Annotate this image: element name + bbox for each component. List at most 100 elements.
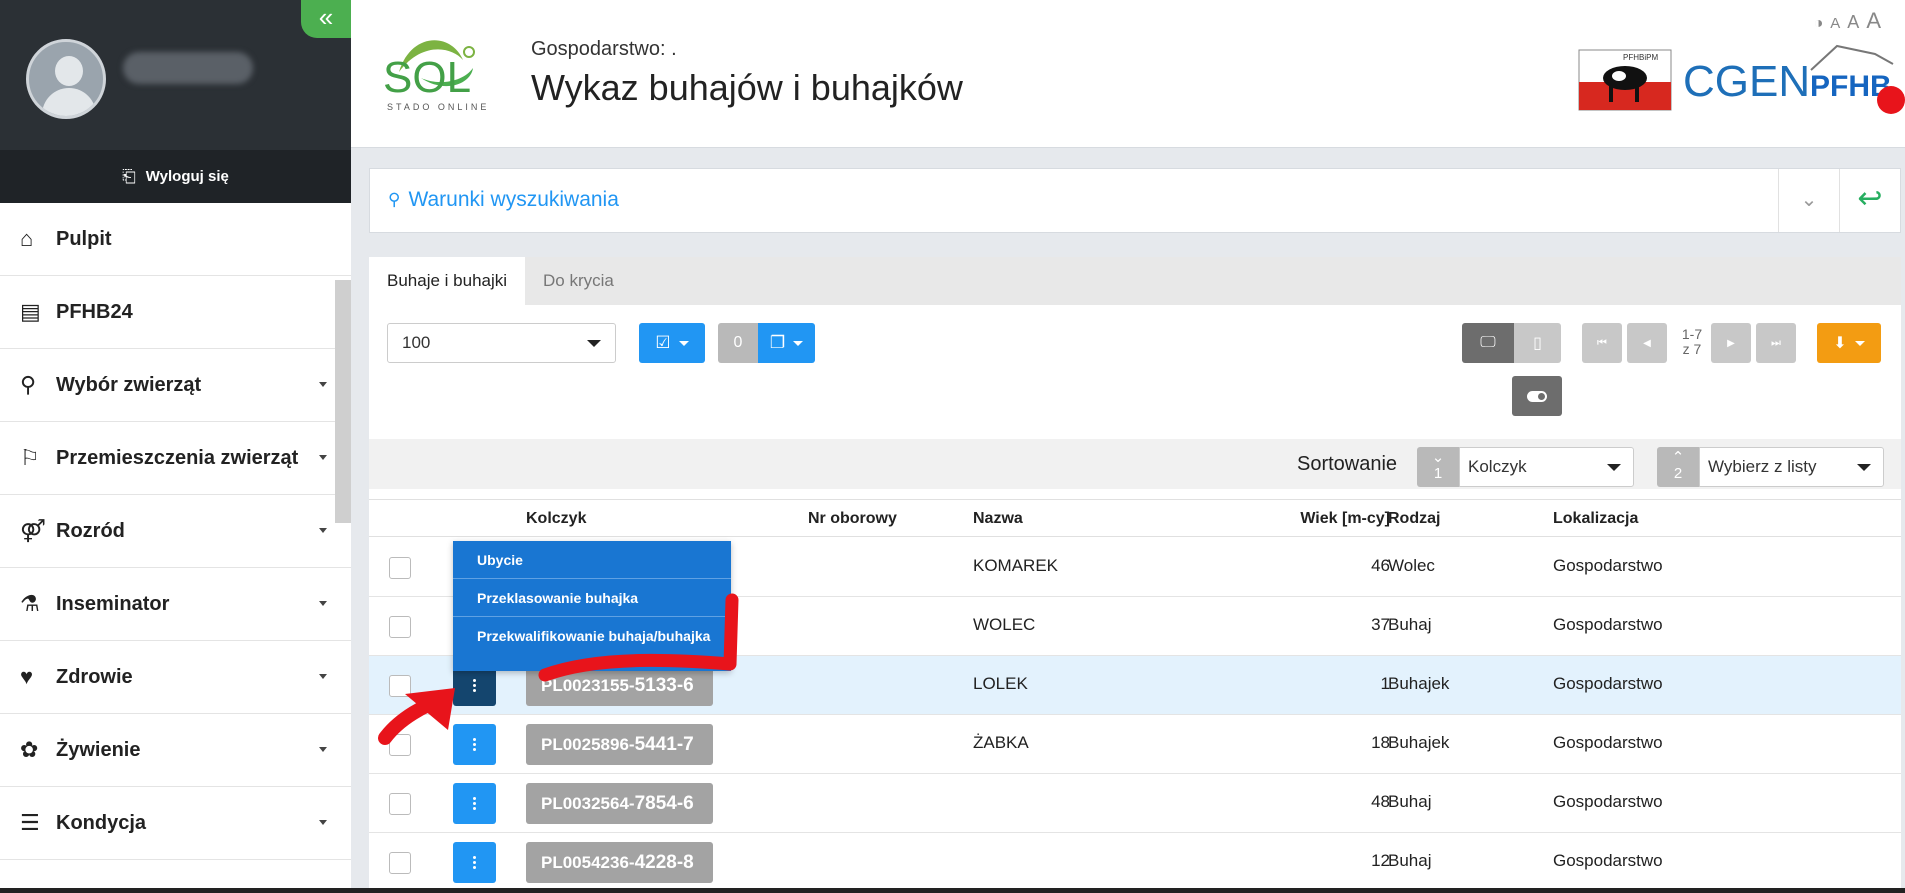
sidebar-item-rozrod[interactable]: ⚤ Rozród (0, 495, 351, 568)
ear-tag-button[interactable]: PL0025896-5441-7 (526, 724, 713, 765)
ear-tag-button[interactable]: PL0054236-4228-8 (526, 842, 713, 883)
row-actions-button[interactable] (453, 724, 496, 765)
sort-field-1-select[interactable]: Kolczyk (1459, 447, 1634, 487)
menu-item-ubycie[interactable]: Ubycie (453, 541, 731, 579)
sort-field-1-value: Kolczyk (1468, 457, 1527, 476)
pagination-info: 1-7 z 7 (1674, 327, 1710, 357)
sidebar-item-pfhb24[interactable]: ▤ PFHB24 (0, 276, 351, 349)
search-icon: ⚲ (388, 190, 401, 209)
chevron-down-icon: ⌄ (1431, 449, 1445, 466)
tab-buhaje-i-buhajki[interactable]: Buhaje i buhajki (369, 257, 526, 305)
user-panel: « (0, 0, 351, 150)
font-large-button[interactable]: A (1866, 8, 1881, 34)
accessibility-controls: ◑ A A A (1814, 8, 1881, 34)
cell-age: 48 (1371, 792, 1390, 811)
toggle-switch-button[interactable] (1512, 376, 1562, 416)
last-page-button[interactable]: ⏭ (1756, 323, 1796, 363)
download-icon: ⬇ (1833, 335, 1847, 352)
sidebar-item-label: Wybór zwierząt (56, 373, 202, 396)
ear-tag-prefix: PL0025896- (541, 735, 635, 754)
next-page-icon: ▶ (1727, 337, 1735, 349)
sidebar-item-przemieszczenia[interactable]: ⚐ Przemieszczenia zwierząt (0, 422, 351, 495)
flask-icon: ⚗ (20, 591, 40, 616)
copy-actions-button[interactable]: ❐ (758, 323, 815, 363)
cell-location: Gospodarstwo (1553, 851, 1663, 870)
page-header: SOL STADO ONLINE Gospodarstwo: . Wykaz b… (351, 0, 1905, 148)
collapse-sidebar-button[interactable]: « (301, 0, 351, 38)
copy-icon: ❐ (769, 333, 786, 352)
bulk-select-button[interactable]: ☑ (639, 323, 705, 363)
column-lokalizacja[interactable]: Lokalizacja (1553, 510, 1638, 528)
cell-age: 37 (1371, 615, 1390, 634)
contrast-icon[interactable]: ◑ (1814, 15, 1824, 33)
download-button[interactable]: ⬇ (1817, 323, 1881, 363)
sort-field-2-value: Wybierz z listy (1708, 457, 1817, 476)
column-kolczyk[interactable]: Kolczyk (526, 510, 586, 528)
sidebar-item-zdrowie[interactable]: ♥ Zdrowie (0, 641, 351, 714)
document-icon: ▤ (20, 299, 41, 324)
font-medium-button[interactable]: A (1847, 12, 1859, 33)
sidebar-item-label: Kondycja (56, 811, 147, 834)
next-page-button[interactable]: ▶ (1711, 323, 1751, 363)
sidebar-item-zywienie[interactable]: ✿ Żywienie (0, 714, 351, 787)
row-checkbox[interactable] (389, 793, 411, 815)
table-row[interactable]: PL0032564-7854-6 48 Buhaj Gospodarstwo (369, 774, 1901, 833)
sidebar-item-inseminator[interactable]: ⚗ Inseminator (0, 568, 351, 641)
row-checkbox[interactable] (389, 734, 411, 756)
ear-tag-prefix: PL0032564- (541, 794, 635, 813)
column-nr-oborowy[interactable]: Nr oborowy (808, 510, 897, 528)
ear-tag-button[interactable]: PL0032564-7854-6 (526, 783, 713, 824)
prev-page-button[interactable]: ◀ (1627, 323, 1667, 363)
bottom-border (0, 888, 1905, 893)
sort-order-2[interactable]: ⌃ 2 (1657, 447, 1699, 487)
first-page-button[interactable]: ⏮ (1582, 323, 1622, 363)
cgen-logo-text: CGEN (1683, 57, 1810, 106)
table-row[interactable]: PL0025896-5441-7 ŻABKA 18 Buhajek Gospod… (369, 715, 1901, 774)
mobile-view-button[interactable]: ▯ (1514, 323, 1561, 363)
page-size-select[interactable]: 100 (387, 323, 616, 363)
tab-do-krycia[interactable]: Do krycia (525, 257, 632, 305)
cell-kind: Wolec (1388, 556, 1435, 575)
sorting-label: Sortowanie (1297, 453, 1398, 475)
bars-icon: ☰ (20, 810, 40, 835)
row-actions-button[interactable] (453, 665, 496, 706)
logout-button[interactable]: ⎗ Wyloguj się (0, 150, 351, 203)
sidebar-scrollbar[interactable] (335, 280, 351, 523)
caret-down-icon (1854, 340, 1865, 346)
table-row[interactable]: PL0054236-4228-8 12 Buhaj Gospodarstwo (369, 833, 1901, 892)
ear-tag-button[interactable]: PL0023155-5133-6 (526, 665, 713, 706)
sidebar-item-wybor-zwierzat[interactable]: ⚲ Wybór zwierząt (0, 349, 351, 422)
checkbox-icon: ☑ (655, 333, 671, 352)
row-checkbox[interactable] (389, 675, 411, 697)
column-rodzaj[interactable]: Rodzaj (1388, 510, 1440, 528)
prev-page-icon: ◀ (1643, 337, 1651, 349)
sort-field-2-select[interactable]: Wybierz z listy (1699, 447, 1884, 487)
row-checkbox[interactable] (389, 852, 411, 874)
cell-kind: Buhajek (1388, 674, 1450, 693)
caret-down-icon (319, 674, 327, 679)
desktop-view-button[interactable]: 🖵 (1462, 323, 1514, 363)
font-small-button[interactable]: A (1830, 15, 1840, 32)
gender-icon: ⚤ (20, 518, 46, 543)
logout-icon: ⎗ (122, 166, 136, 186)
chevron-up-icon: ⌃ (1671, 449, 1685, 466)
row-actions-button[interactable] (453, 783, 496, 824)
row-checkbox[interactable] (389, 616, 411, 638)
menu-item-przekwalifikowanie[interactable]: Przekwalifikowanie buhaja/buhajka (453, 617, 731, 655)
sort-order-1[interactable]: ⌄ 1 (1417, 447, 1459, 487)
farm-label: Gospodarstwo: (531, 38, 666, 60)
sidebar-item-pulpit[interactable]: ⌂ Pulpit (0, 203, 351, 276)
menu-item-przeklasowanie[interactable]: Przeklasowanie buhajka (453, 579, 731, 617)
search-conditions-title: Warunki wyszukiwania (408, 188, 619, 211)
row-actions-button[interactable] (453, 842, 496, 883)
row-checkbox[interactable] (389, 557, 411, 579)
column-nazwa[interactable]: Nazwa (973, 510, 1023, 528)
back-arrow-icon[interactable]: ↩ (1840, 169, 1900, 232)
search-conditions-toggle[interactable]: ⚲ Warunki wyszukiwania (388, 188, 619, 212)
sidebar-item-kondycja[interactable]: ☰ Kondycja (0, 787, 351, 860)
pfhbipm-logo-text: PFHBiPM (1623, 53, 1658, 62)
chevron-down-icon[interactable]: ⌄ (1778, 169, 1840, 232)
pagination-total: z 7 (1682, 341, 1702, 357)
ear-tag-prefix: PL0023155- (541, 676, 635, 695)
column-wiek[interactable]: Wiek [m-cy] (1260, 510, 1390, 528)
